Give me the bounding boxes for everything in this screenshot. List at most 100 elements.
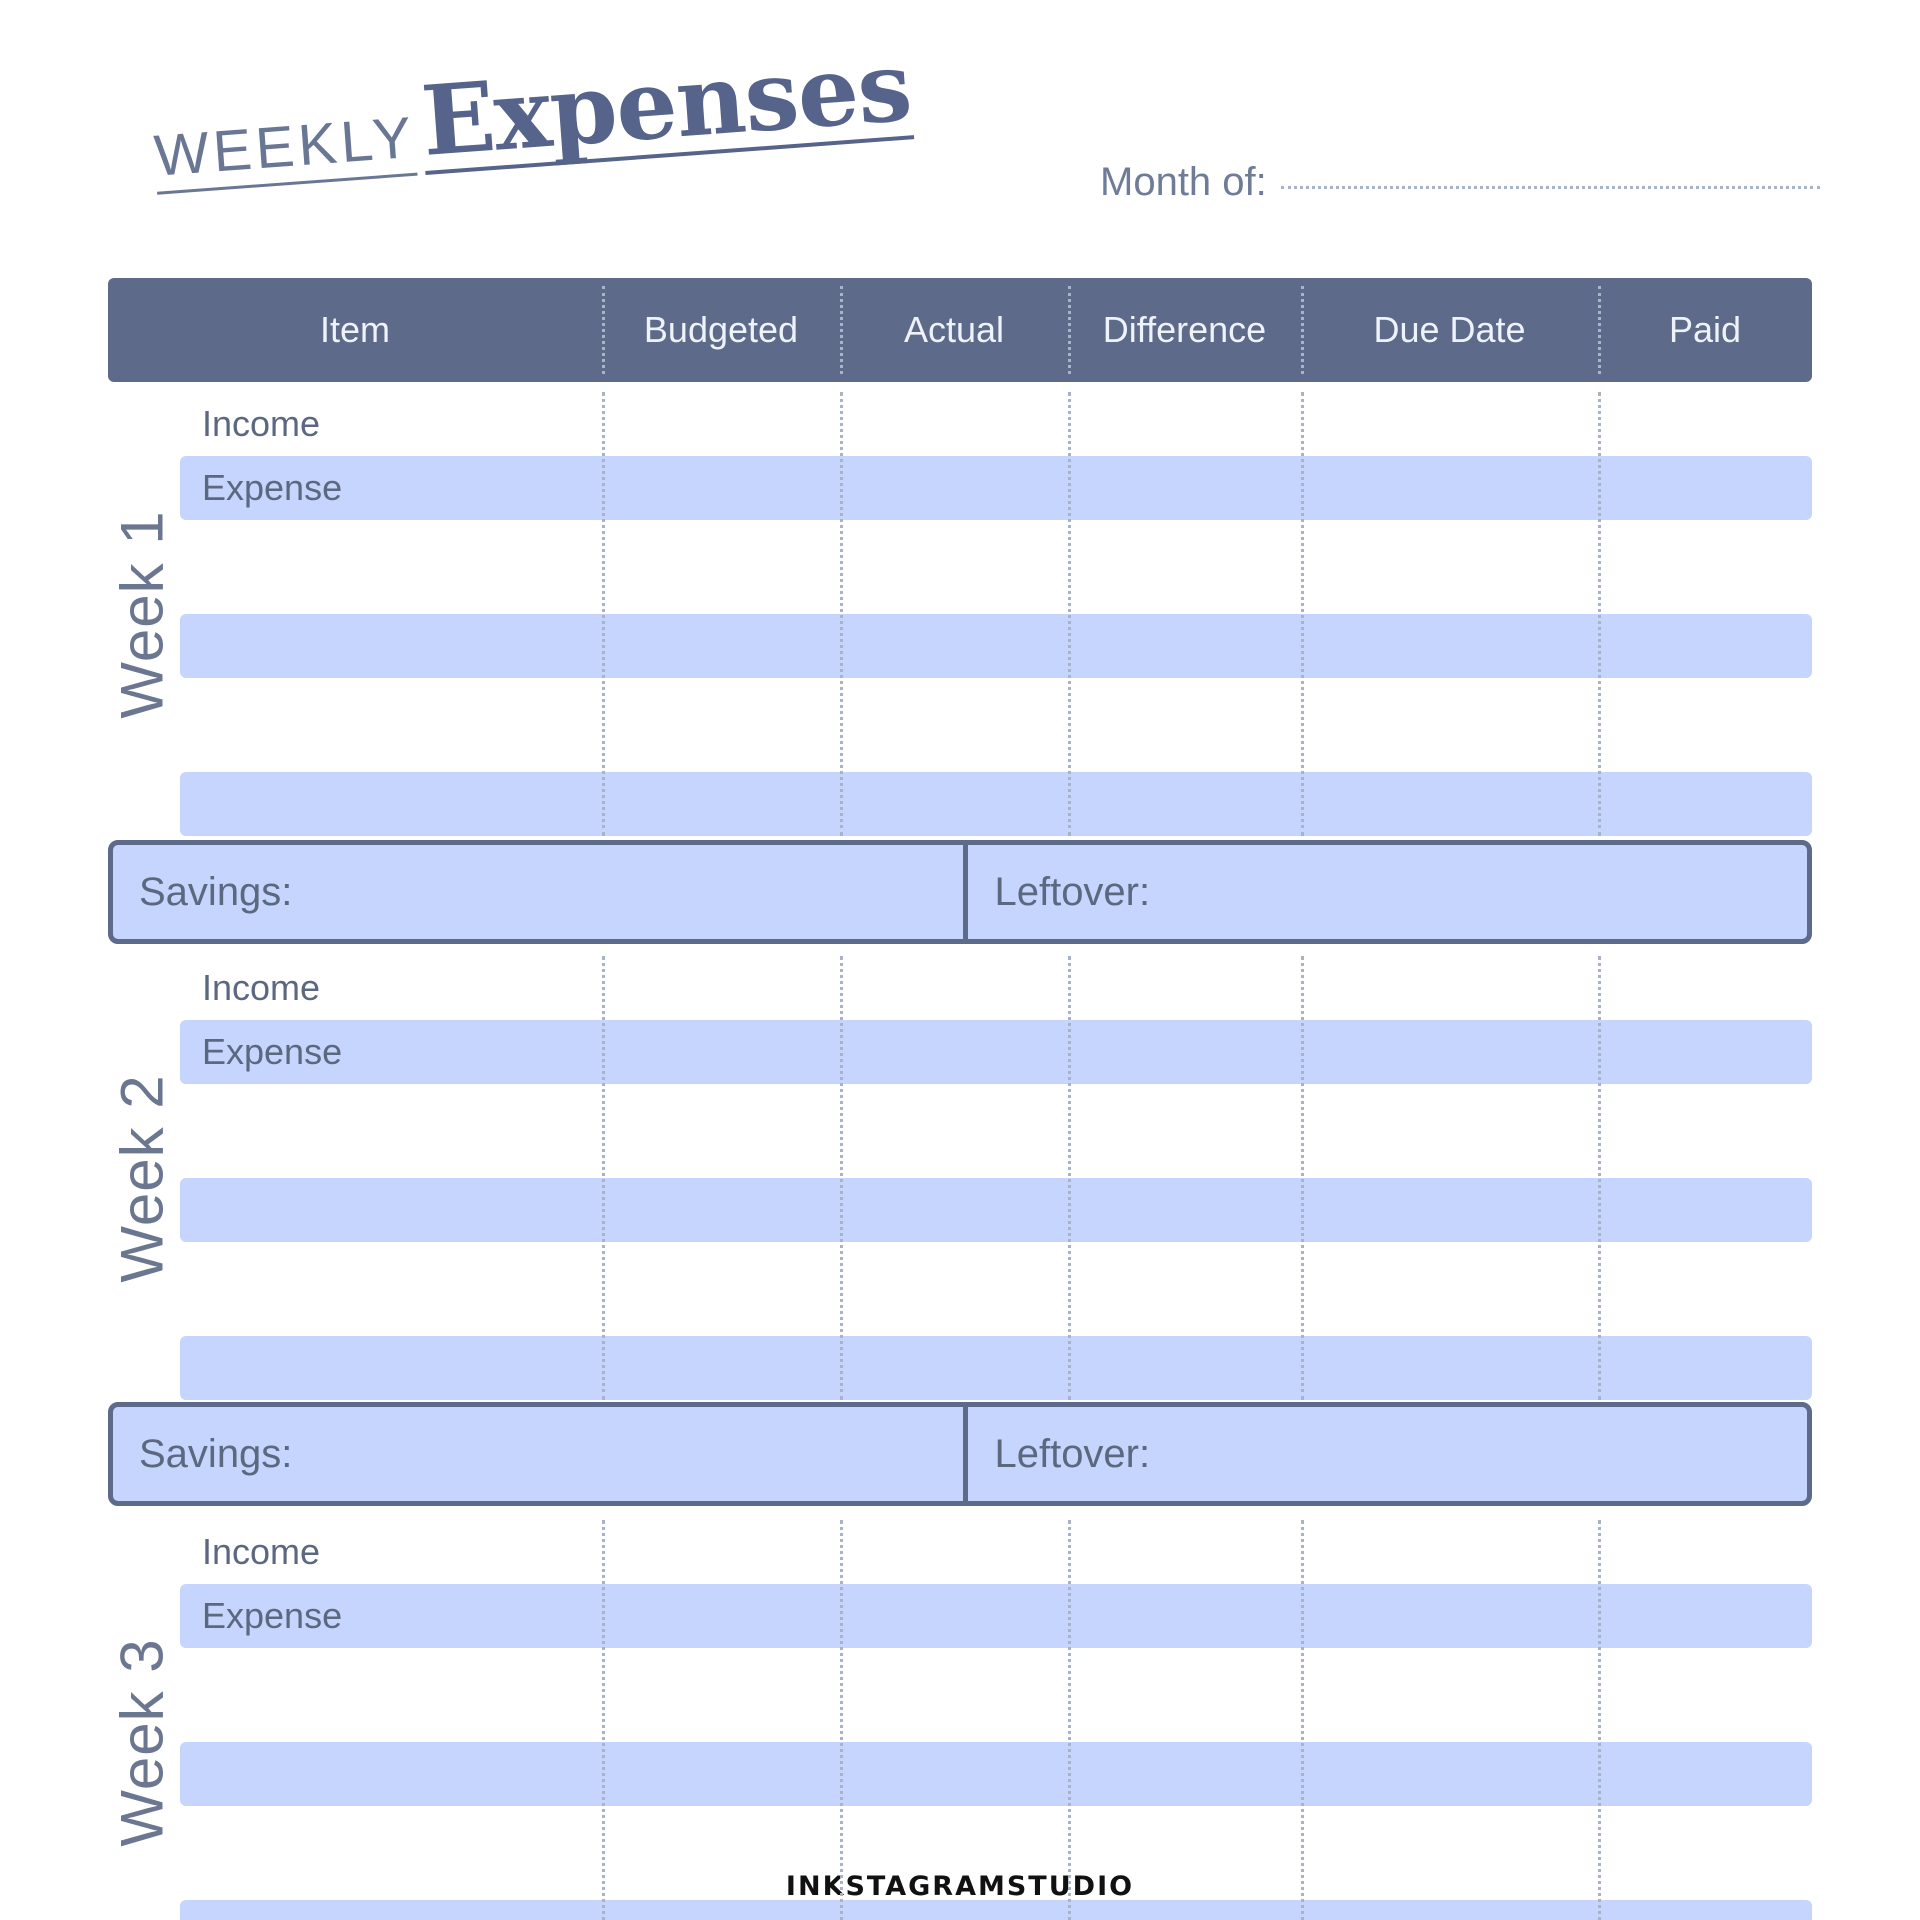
cell-actual[interactable] <box>848 1584 1076 1648</box>
cell-paid[interactable] <box>1606 772 1812 836</box>
cell-difference[interactable] <box>1076 1678 1309 1742</box>
cell-paid[interactable] <box>1606 1178 1812 1242</box>
cell-budgeted[interactable] <box>610 550 848 614</box>
cell-difference[interactable] <box>1076 1742 1309 1806</box>
cell-actual[interactable] <box>848 614 1076 678</box>
cell-difference[interactable] <box>1076 614 1309 678</box>
cell-paid[interactable] <box>1606 1584 1812 1648</box>
cell-item[interactable] <box>180 550 610 614</box>
cell-item[interactable] <box>180 1272 610 1336</box>
cell-difference[interactable] <box>1076 392 1309 456</box>
cell-paid[interactable] <box>1606 1272 1812 1336</box>
cell-due-date[interactable] <box>1309 708 1606 772</box>
cell-due-date[interactable] <box>1309 956 1606 1020</box>
cell-item[interactable] <box>180 614 610 678</box>
table-row[interactable] <box>180 772 1812 836</box>
table-row[interactable] <box>180 1678 1812 1742</box>
cell-budgeted[interactable] <box>610 1020 848 1084</box>
cell-item[interactable] <box>180 772 610 836</box>
cell-paid[interactable] <box>1606 1520 1812 1584</box>
cell-difference[interactable] <box>1076 1584 1309 1648</box>
cell-difference[interactable] <box>1076 1178 1309 1242</box>
cell-budgeted[interactable] <box>610 1584 848 1648</box>
leftover-field-2[interactable]: Leftover: <box>968 1407 1807 1501</box>
cell-difference[interactable] <box>1076 550 1309 614</box>
cell-paid[interactable] <box>1606 1336 1812 1400</box>
cell-paid[interactable] <box>1606 1678 1812 1742</box>
cell-difference[interactable] <box>1076 1114 1309 1178</box>
table-row[interactable]: Income <box>180 1520 1812 1584</box>
table-row[interactable]: Expense <box>180 1584 1812 1648</box>
cell-budgeted[interactable] <box>610 456 848 520</box>
table-row[interactable] <box>180 1836 1812 1900</box>
cell-actual[interactable] <box>848 392 1076 456</box>
cell-actual[interactable] <box>848 1836 1076 1900</box>
cell-actual[interactable] <box>848 772 1076 836</box>
cell-actual[interactable] <box>848 956 1076 1020</box>
cell-difference[interactable] <box>1076 1020 1309 1084</box>
cell-difference[interactable] <box>1076 456 1309 520</box>
cell-budgeted[interactable] <box>610 772 848 836</box>
cell-due-date[interactable] <box>1309 1742 1606 1806</box>
cell-item[interactable] <box>180 1678 610 1742</box>
cell-item[interactable] <box>180 1336 610 1400</box>
cell-paid[interactable] <box>1606 956 1812 1020</box>
table-row[interactable] <box>180 1900 1812 1920</box>
month-of-input-line[interactable] <box>1280 186 1820 189</box>
cell-item[interactable]: Income <box>180 392 610 456</box>
table-row[interactable]: Expense <box>180 456 1812 520</box>
cell-actual[interactable] <box>848 1678 1076 1742</box>
cell-difference[interactable] <box>1076 956 1309 1020</box>
cell-due-date[interactable] <box>1309 614 1606 678</box>
cell-due-date[interactable] <box>1309 1900 1606 1920</box>
leftover-field-1[interactable]: Leftover: <box>968 845 1807 939</box>
savings-field-1[interactable]: Savings: <box>113 845 969 939</box>
month-of-field[interactable]: Month of: <box>1100 160 1820 205</box>
cell-paid[interactable] <box>1606 1114 1812 1178</box>
cell-due-date[interactable] <box>1309 1336 1606 1400</box>
cell-actual[interactable] <box>848 1114 1076 1178</box>
cell-item[interactable] <box>180 1178 610 1242</box>
cell-item[interactable]: Income <box>180 1520 610 1584</box>
cell-paid[interactable] <box>1606 1742 1812 1806</box>
table-row[interactable] <box>180 1742 1812 1806</box>
cell-due-date[interactable] <box>1309 1020 1606 1084</box>
table-row[interactable] <box>180 1336 1812 1400</box>
cell-actual[interactable] <box>848 1178 1076 1242</box>
cell-item[interactable]: Expense <box>180 1020 610 1084</box>
table-row[interactable] <box>180 1272 1812 1336</box>
table-row[interactable]: Income <box>180 956 1812 1020</box>
cell-difference[interactable] <box>1076 1520 1309 1584</box>
cell-budgeted[interactable] <box>610 1272 848 1336</box>
cell-paid[interactable] <box>1606 1836 1812 1900</box>
cell-difference[interactable] <box>1076 1336 1309 1400</box>
cell-difference[interactable] <box>1076 772 1309 836</box>
cell-actual[interactable] <box>848 1520 1076 1584</box>
cell-item[interactable]: Expense <box>180 1584 610 1648</box>
cell-budgeted[interactable] <box>610 1742 848 1806</box>
cell-item[interactable]: Income <box>180 956 610 1020</box>
cell-item[interactable] <box>180 708 610 772</box>
cell-budgeted[interactable] <box>610 1678 848 1742</box>
cell-due-date[interactable] <box>1309 1178 1606 1242</box>
table-row[interactable]: Expense <box>180 1020 1812 1084</box>
table-row[interactable] <box>180 1114 1812 1178</box>
cell-budgeted[interactable] <box>610 392 848 456</box>
cell-budgeted[interactable] <box>610 708 848 772</box>
cell-budgeted[interactable] <box>610 1900 848 1920</box>
cell-item[interactable] <box>180 1900 610 1920</box>
cell-difference[interactable] <box>1076 1272 1309 1336</box>
cell-paid[interactable] <box>1606 614 1812 678</box>
cell-difference[interactable] <box>1076 708 1309 772</box>
cell-due-date[interactable] <box>1309 772 1606 836</box>
table-row[interactable] <box>180 1178 1812 1242</box>
table-row[interactable] <box>180 550 1812 614</box>
cell-difference[interactable] <box>1076 1900 1309 1920</box>
cell-budgeted[interactable] <box>610 1114 848 1178</box>
cell-actual[interactable] <box>848 1742 1076 1806</box>
cell-difference[interactable] <box>1076 1836 1309 1900</box>
cell-item[interactable] <box>180 1836 610 1900</box>
cell-item[interactable] <box>180 1114 610 1178</box>
cell-due-date[interactable] <box>1309 1678 1606 1742</box>
cell-paid[interactable] <box>1606 550 1812 614</box>
